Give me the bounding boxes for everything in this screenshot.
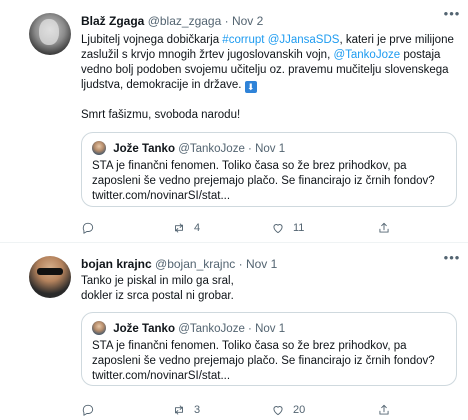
retweet-button[interactable]: 3 bbox=[172, 402, 200, 418]
author-handle[interactable]: @blaz_zgaga bbox=[148, 14, 222, 28]
author-handle[interactable]: @bojan_krajnc bbox=[155, 257, 235, 271]
tweet-text-line: dokler iz srca postal ni grobar. bbox=[81, 290, 234, 302]
author-name[interactable]: Blaž Zgaga bbox=[81, 14, 144, 28]
separator-dot: · bbox=[238, 257, 243, 271]
hashtag-link[interactable]: #corrupt bbox=[222, 34, 264, 46]
quoted-tweet-header: Jože Tanko @TankoJoze · Nov 1 bbox=[92, 321, 285, 336]
quoted-tweet-date: Nov 1 bbox=[255, 143, 286, 155]
more-horizontal-icon[interactable]: ••• bbox=[442, 251, 462, 269]
tweet[interactable]: Blaž Zgaga @blaz_zgaga · Nov 2 ••• Ljubi… bbox=[0, 0, 468, 243]
author-name[interactable]: bojan krajnc bbox=[81, 257, 152, 271]
mention-link[interactable]: @TankoJoze bbox=[333, 49, 400, 61]
retweet-icon bbox=[175, 223, 183, 233]
tweet[interactable]: bojan krajnc @bojan_krajnc · Nov 1 ••• T… bbox=[0, 244, 468, 420]
quoted-tweet-text: STA je finančni fenomen. Toliko časa so … bbox=[92, 339, 452, 384]
tweet-text-part: Smrt fašizmu, svoboda narodu! bbox=[81, 109, 241, 121]
quoted-tweet-date: Nov 1 bbox=[255, 323, 286, 335]
quoted-tweet[interactable]: Jože Tanko @TankoJoze · Nov 1 STA je fin… bbox=[81, 312, 457, 386]
avatar bbox=[92, 141, 106, 155]
retweet-icon bbox=[175, 405, 183, 415]
quoted-text: STA je finančni fenomen. Toliko časa so … bbox=[92, 340, 435, 367]
tweet-date[interactable]: Nov 2 bbox=[232, 14, 263, 28]
tweet-header: bojan krajnc @bojan_krajnc · Nov 1 bbox=[81, 257, 277, 272]
reply-button[interactable] bbox=[81, 220, 103, 236]
reply-icon bbox=[82, 222, 94, 234]
quoted-tweet-header: Jože Tanko @TankoJoze · Nov 1 bbox=[92, 141, 285, 156]
avatar[interactable] bbox=[29, 13, 71, 55]
like-count: 20 bbox=[293, 404, 306, 416]
heart-icon bbox=[273, 224, 283, 234]
quoted-author-name: Jože Tanko bbox=[113, 323, 175, 335]
tweet-text: Tanko je piskal in milo ga sral, dokler … bbox=[81, 274, 457, 304]
quoted-author-name: Jože Tanko bbox=[113, 143, 175, 155]
quoted-text: STA je finančni fenomen. Toliko časa so … bbox=[92, 160, 435, 187]
retweet-count: 3 bbox=[194, 404, 201, 416]
avatar[interactable] bbox=[29, 256, 71, 298]
share-button[interactable] bbox=[377, 220, 391, 236]
share-icon bbox=[379, 404, 389, 415]
quoted-link[interactable]: twitter.com/novinarSI/stat... bbox=[92, 370, 230, 382]
tweet-date[interactable]: Nov 1 bbox=[246, 257, 277, 271]
quoted-tweet[interactable]: Jože Tanko @TankoJoze · Nov 1 STA je fin… bbox=[81, 132, 457, 207]
like-count: 11 bbox=[293, 222, 305, 234]
quoted-tweet-text: STA je finančni fenomen. Toliko časa so … bbox=[92, 159, 452, 204]
tweet-text: Ljubitelj vojnega dobičkarja #corrupt @J… bbox=[81, 33, 457, 123]
like-button[interactable]: 20 bbox=[271, 402, 305, 418]
tweet-text-part: Ljubitelj vojnega dobičkarja bbox=[81, 34, 223, 46]
share-icon bbox=[379, 222, 389, 233]
like-button[interactable]: 11 bbox=[271, 220, 304, 236]
quoted-link[interactable]: twitter.com/novinarSI/stat... bbox=[92, 190, 230, 202]
separator-dot: · bbox=[224, 14, 229, 28]
reply-button[interactable] bbox=[81, 402, 103, 418]
reply-icon bbox=[82, 404, 94, 416]
avatar bbox=[92, 321, 106, 335]
mention-link[interactable]: @JJansaSDS bbox=[268, 34, 340, 46]
tweet-text-line: Tanko je piskal in milo ga sral, bbox=[81, 275, 234, 287]
retweet-count: 4 bbox=[194, 222, 201, 234]
heart-icon bbox=[273, 406, 283, 416]
down-arrow-emoji-icon: ⬇ bbox=[244, 81, 257, 93]
retweet-button[interactable]: 4 bbox=[172, 220, 200, 236]
more-horizontal-icon[interactable]: ••• bbox=[442, 7, 462, 25]
quoted-author-handle: @TankoJoze bbox=[178, 143, 245, 155]
separator-dot: · bbox=[248, 143, 252, 155]
tweet-header: Blaž Zgaga @blaz_zgaga · Nov 2 bbox=[81, 14, 263, 29]
quoted-author-handle: @TankoJoze bbox=[178, 323, 245, 335]
share-button[interactable] bbox=[377, 402, 391, 418]
separator-dot: · bbox=[248, 323, 252, 335]
